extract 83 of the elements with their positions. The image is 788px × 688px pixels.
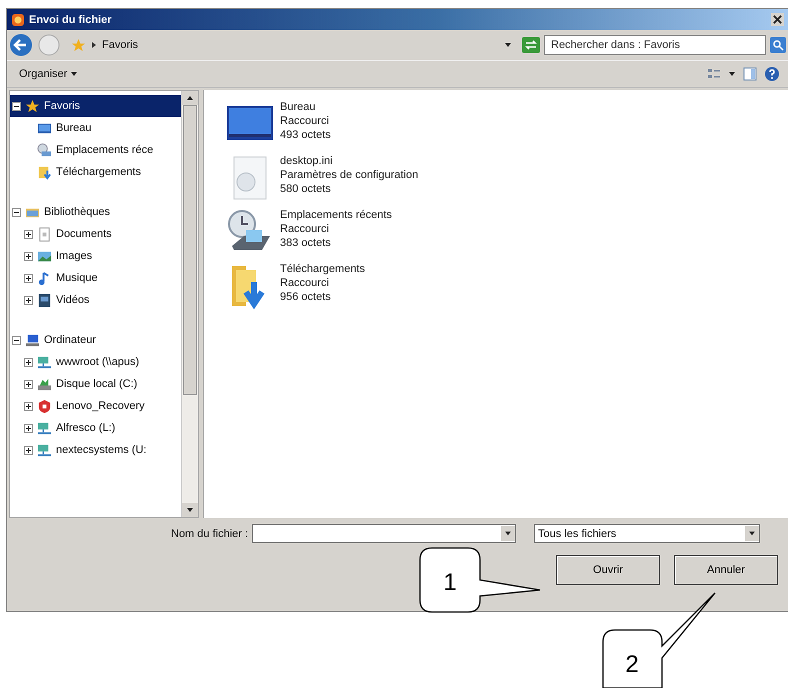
scroll-up-icon[interactable] — [182, 91, 198, 105]
tree-item[interactable]: Bibliothèques — [10, 201, 181, 223]
expand-toggle-icon[interactable] — [24, 446, 33, 454]
address-path: Favoris — [102, 39, 138, 51]
file-type: Raccourci — [280, 276, 330, 290]
app-icon — [11, 12, 25, 26]
file-item[interactable]: Bureau Raccourci 493 octets — [226, 100, 766, 148]
file-name: Emplacements récents — [280, 208, 392, 222]
chevron-icon — [90, 41, 98, 49]
scrollbar[interactable] — [181, 91, 198, 517]
file-type: Paramètres de configuration — [280, 168, 418, 182]
expand-toggle-icon[interactable] — [24, 358, 33, 366]
file-size: 580 octets — [280, 182, 332, 196]
recent-icon — [37, 142, 52, 158]
star-icon — [71, 38, 86, 52]
tree-item[interactable]: wwwroot (\\apus) — [10, 351, 181, 373]
file-name: Bureau — [280, 100, 316, 114]
window-title: Envoi du fichier — [29, 14, 112, 26]
expand-toggle-icon[interactable] — [24, 296, 33, 304]
tree-item[interactable]: Ordinateur — [10, 329, 181, 351]
tree-item[interactable]: Alfresco (L:) — [10, 417, 181, 439]
tree-item[interactable]: Disque local (C:) — [10, 373, 181, 395]
expand-toggle-icon[interactable] — [24, 252, 33, 260]
scroll-down-icon[interactable] — [182, 503, 198, 517]
star-icon — [25, 98, 40, 114]
file-item[interactable]: Téléchargements Raccourci 956 octets — [226, 262, 766, 310]
network-icon — [37, 354, 52, 370]
tree-item[interactable]: Vidéos — [10, 289, 181, 311]
tree-item[interactable]: Documents — [10, 223, 181, 245]
file-name: Téléchargements — [280, 262, 365, 276]
help-icon[interactable] — [764, 66, 780, 82]
collapse-toggle-icon[interactable] — [12, 208, 21, 216]
documents-icon — [37, 226, 52, 242]
file-type: Raccourci — [280, 114, 330, 128]
callout-number: 1 — [443, 569, 457, 596]
tree-item[interactable]: Lenovo_Recovery — [10, 395, 181, 417]
expand-toggle-icon[interactable] — [24, 380, 33, 388]
file-size: 383 octets — [280, 236, 332, 250]
organize-button[interactable]: Organiser — [15, 66, 82, 82]
tree-item[interactable]: Bureau — [10, 117, 181, 139]
tree-item[interactable]: Favoris — [10, 95, 181, 117]
tree-item[interactable]: Images — [10, 245, 181, 267]
open-button[interactable]: Ouvrir — [556, 555, 660, 585]
search-field[interactable]: Rechercher dans : Favoris — [544, 35, 766, 55]
preview-pane-icon[interactable] — [742, 66, 758, 82]
file-size: 493 octets — [280, 128, 331, 142]
collapse-toggle-icon[interactable] — [12, 102, 21, 110]
refresh-icon[interactable] — [522, 37, 540, 53]
tree-item[interactable]: Musique — [10, 267, 181, 289]
computer-icon — [25, 332, 40, 348]
file-type-dropdown[interactable]: Tous les fichiers — [534, 524, 760, 543]
tree-item[interactable]: Emplacements réce — [10, 139, 181, 161]
caret-icon — [70, 70, 78, 78]
videos-icon — [37, 292, 52, 308]
recovery-icon — [37, 398, 52, 414]
network-icon — [37, 420, 52, 436]
file-item[interactable]: Emplacements récents Raccourci 383 octets — [226, 208, 766, 256]
scrollbar-thumb[interactable] — [183, 105, 197, 395]
dropdown-caret-icon[interactable] — [504, 41, 512, 49]
dropdown-caret-icon[interactable] — [728, 70, 736, 78]
cancel-button[interactable]: Annuler — [674, 555, 778, 585]
downloads-icon — [37, 164, 52, 180]
file-item[interactable]: desktop.ini Paramètres de configuration 580 octets — [226, 154, 766, 202]
expand-toggle-icon[interactable] — [24, 424, 33, 432]
collapse-toggle-icon[interactable] — [12, 336, 21, 344]
tree-item[interactable]: Téléchargements — [10, 161, 181, 183]
file-size: 956 octets — [280, 290, 332, 304]
file-name: desktop.ini — [280, 154, 334, 168]
filename-field[interactable] — [252, 524, 516, 543]
filename-label: Nom du fichier : — [171, 528, 248, 540]
dropdown-caret-icon[interactable] — [745, 526, 760, 541]
tree-item[interactable]: nextecsystems (U: — [10, 439, 181, 461]
network-icon — [37, 442, 52, 458]
file-type: Raccourci — [280, 222, 330, 236]
expand-toggle-icon[interactable] — [24, 230, 33, 238]
close-icon[interactable] — [771, 13, 784, 26]
disk-icon — [37, 376, 52, 392]
address-field[interactable]: Favoris — [65, 35, 518, 55]
expand-toggle-icon[interactable] — [24, 402, 33, 410]
expand-toggle-icon[interactable] — [24, 274, 33, 282]
callout-number: 2 — [625, 651, 639, 678]
dropdown-caret-icon[interactable] — [501, 526, 516, 541]
search-icon[interactable] — [770, 37, 786, 53]
